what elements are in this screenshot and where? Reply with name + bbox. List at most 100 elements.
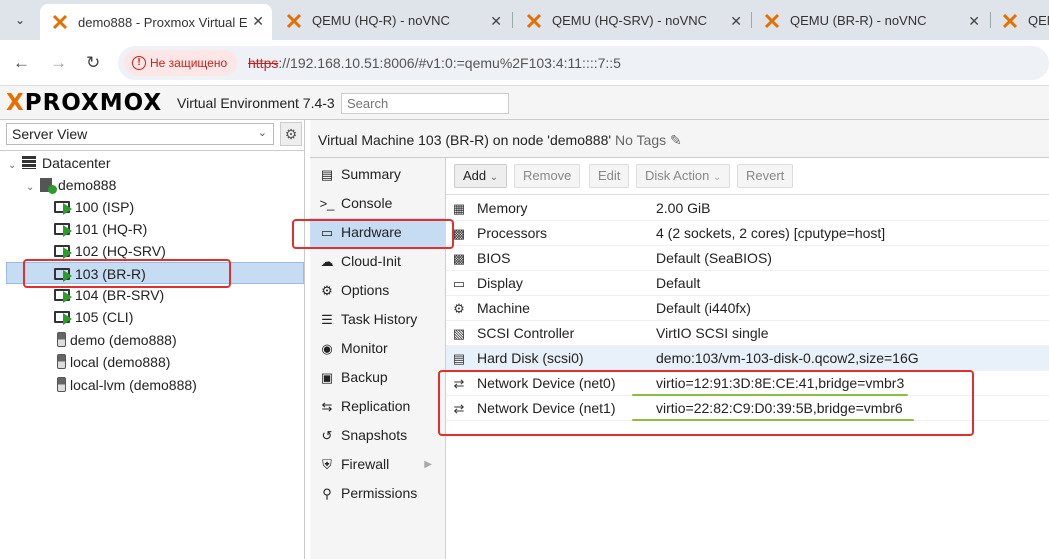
hardware-row-bios[interactable]: ▩ BIOS Default (SeaBIOS) — [446, 246, 1049, 271]
vm-running-icon — [54, 201, 72, 215]
browser-tab-proxmox[interactable]: demo888 - Proxmox Virtual Environment ✕ — [40, 4, 272, 40]
server-icon — [22, 156, 36, 169]
forward-arrow-icon[interactable]: → — [50, 53, 67, 73]
cogs-icon: ⚙ — [453, 301, 465, 316]
shield-icon: ⛨ — [322, 457, 332, 472]
tree-storage-local-lvm[interactable]: local-lvm (demo888) — [57, 374, 197, 396]
search-input[interactable] — [341, 93, 509, 114]
pencil-icon[interactable]: ✎ — [670, 132, 682, 148]
remove-button[interactable]: Remove — [514, 164, 581, 188]
menu-firewall[interactable]: ⛨ Firewall ▶ — [310, 450, 446, 479]
disk-action-label: Disk Action — [645, 168, 710, 183]
tree-label: 101 (HQ-R) — [75, 221, 148, 237]
view-selector[interactable]: Server View ⌄ — [6, 123, 274, 145]
tree-vm-101[interactable]: 101 (HQ-R) — [54, 218, 147, 240]
browser-tab-hq-r[interactable]: QEMU (HQ-R) - noVNC ✕ — [274, 4, 510, 37]
hardware-row-memory[interactable]: ▦ Memory 2.00 GiB — [446, 196, 1049, 221]
display-icon: ▭ — [452, 276, 466, 291]
browser-tab-hq-srv[interactable]: QEMU (HQ-SRV) - noVNC ✕ — [514, 4, 750, 37]
collapse-toggle-icon[interactable]: ⌄ — [8, 155, 18, 177]
row-name: Display — [477, 275, 523, 291]
close-tab-icon[interactable]: ✕ — [252, 13, 264, 30]
book-icon: ▤ — [320, 167, 334, 182]
menu-label: Replication — [341, 398, 411, 414]
menu-summary[interactable]: ▤ Summary — [310, 160, 446, 189]
disk-action-button[interactable]: Disk Action ⌄ — [636, 164, 731, 188]
annotation-box-vm-103 — [23, 259, 231, 288]
hardware-toolbar: Add ⌄ Remove Edit Disk Action ⌄ Revert — [446, 158, 1049, 195]
row-name: BIOS — [477, 250, 511, 266]
hardware-row-machine[interactable]: ⚙ Machine Default (i440fx) — [446, 296, 1049, 321]
gear-icon[interactable]: ⚙ — [280, 122, 302, 146]
storage-icon — [57, 377, 66, 392]
gear-icon: ⚙ — [321, 283, 333, 298]
add-button[interactable]: Add ⌄ — [454, 164, 508, 188]
row-name: SCSI Controller — [477, 325, 575, 341]
row-name: Memory — [477, 200, 528, 216]
edit-label: Edit — [598, 168, 621, 183]
resource-tree-panel: Server View ⌄ ⚙ ⌄ Datacenter ⌄ demo888 100… — [0, 120, 305, 559]
row-value: 4 (2 sockets, 2 cores) [cputype=host] — [656, 225, 886, 241]
microchip-icon: ▩ — [452, 251, 466, 266]
storage-icon — [57, 332, 66, 347]
hdd-icon: ▤ — [452, 351, 466, 366]
menu-permissions[interactable]: ⚲ Permissions — [310, 479, 446, 508]
url-field[interactable]: ! Не защищено https://192.168.10.51:8006… — [118, 46, 1049, 80]
menu-console[interactable]: >_ Console — [310, 189, 446, 218]
tree-node-demo888[interactable]: ⌄ demo888 — [26, 174, 116, 196]
collapse-toggle-icon[interactable]: ⌄ — [26, 177, 36, 199]
revert-button[interactable]: Revert — [737, 164, 794, 188]
menu-label: Firewall — [341, 456, 390, 472]
tree-vm-100[interactable]: 100 (ISP) — [54, 196, 134, 218]
hardware-row-hard-disk[interactable]: ▤ Hard Disk (scsi0) demo:103/vm-103-disk-0… — [446, 346, 1049, 371]
proxmox-x-icon — [526, 13, 542, 28]
close-tab-icon[interactable]: ✕ — [490, 13, 502, 30]
menu-task-history[interactable]: ☰ Task History — [310, 305, 446, 334]
unlock-icon: ⚲ — [322, 486, 332, 501]
menu-backup[interactable]: ▣ Backup — [310, 363, 446, 392]
menu-options[interactable]: ⚙ Options — [310, 276, 446, 305]
menu-replication[interactable]: ⇆ Replication — [310, 392, 446, 421]
vm-title: Virtual Machine 103 (BR-R) on node 'demo… — [318, 132, 612, 148]
tab-title: QEMU — [1028, 13, 1049, 28]
tab-title: QEMU (BR-R) - noVNC — [790, 13, 927, 28]
menu-snapshots[interactable]: ↺ Snapshots — [310, 421, 446, 450]
cloud-icon: ☁ — [320, 254, 334, 269]
terminal-icon: >_ — [319, 196, 335, 211]
database-icon: ▧ — [452, 326, 466, 341]
annotation-underline-net1 — [632, 419, 914, 421]
proxmox-logo: XPROXMOX — [6, 90, 163, 116]
close-tab-icon[interactable]: ✕ — [968, 13, 980, 30]
tab-title: demo888 - Proxmox Virtual Environment — [78, 14, 248, 30]
tree-label: Datacenter — [42, 155, 111, 171]
not-secure-badge[interactable]: ! Не защищено — [124, 50, 238, 76]
tab-search-chevron-icon[interactable]: ⌄ — [8, 8, 32, 32]
hardware-row-scsi-controller[interactable]: ▧ SCSI Controller VirtIO SCSI single — [446, 321, 1049, 346]
tree-storage-local[interactable]: local (demo888) — [57, 351, 170, 373]
edit-button[interactable]: Edit — [589, 164, 630, 188]
menu-label: Console — [341, 195, 393, 211]
tree-storage-demo[interactable]: demo (demo888) — [57, 329, 177, 351]
browser-tab-br-r[interactable]: QEMU (BR-R) - noVNC ✕ — [752, 4, 988, 37]
pve-header: XPROXMOX Virtual Environment 7.4-3 — [0, 86, 1049, 120]
tree-label: local (demo888) — [70, 354, 171, 370]
tree-datacenter[interactable]: ⌄ Datacenter — [8, 152, 110, 174]
back-arrow-icon[interactable]: ← — [13, 53, 30, 73]
tree-vm-105[interactable]: 105 (CLI) — [54, 306, 133, 328]
menu-cloud-init[interactable]: ☁ Cloud-Init — [310, 247, 446, 276]
hardware-row-display[interactable]: ▭ Display Default — [446, 271, 1049, 296]
product-version: Virtual Environment 7.4-3 — [177, 95, 335, 111]
tree-label: 100 (ISP) — [75, 199, 135, 215]
add-label: Add — [463, 168, 487, 183]
reload-icon[interactable]: ↻ — [86, 53, 100, 73]
vm-running-icon — [54, 289, 72, 303]
tags-field[interactable]: No Tags ✎ — [615, 132, 682, 149]
close-tab-icon[interactable]: ✕ — [730, 13, 742, 30]
proxmox-x-icon — [1002, 13, 1018, 28]
annotation-box-network-devices — [438, 370, 974, 436]
browser-tab-qemu[interactable]: QEMU — [990, 4, 1049, 37]
tree-label: demo (demo888) — [70, 332, 177, 348]
menu-monitor[interactable]: ◉ Monitor — [310, 334, 446, 363]
hardware-row-processors[interactable]: ▩ Processors 4 (2 sockets, 2 cores) [cputy… — [446, 221, 1049, 246]
history-icon: ↺ — [321, 428, 333, 443]
